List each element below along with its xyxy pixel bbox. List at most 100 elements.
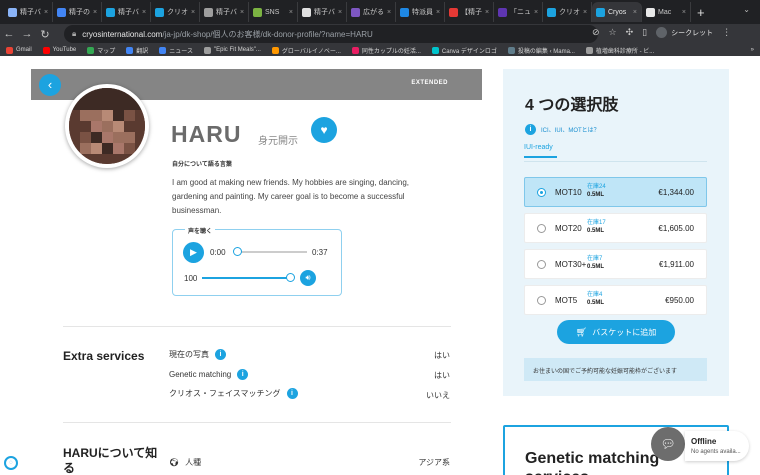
close-tab-icon[interactable]: × — [534, 9, 538, 16]
donor-photo — [65, 84, 149, 168]
option-mot20[interactable]: MOT20 在庫17 0.5ML €1,605.00 — [524, 213, 707, 243]
tab-title: 精子バ — [118, 9, 139, 16]
speaker-icon[interactable]: 🔊︎ — [300, 270, 316, 286]
option-mot10[interactable]: MOT10 在庫24 0.5ML €1,344.00 — [524, 177, 707, 207]
radio-button[interactable] — [537, 296, 546, 305]
bookmark-item[interactable]: グローバルイノベー... — [271, 46, 341, 55]
close-tab-icon[interactable]: × — [142, 9, 146, 16]
browser-tab[interactable]: 精子バ × — [200, 2, 249, 22]
close-tab-icon[interactable]: × — [436, 9, 440, 16]
menu-icon[interactable]: ⋮ — [722, 27, 731, 38]
bookmark-item[interactable]: ニュース — [159, 46, 193, 55]
option-mot5[interactable]: MOT5 在庫4 0.5ML €950.00 — [524, 285, 707, 315]
browser-tab[interactable]: 精子バ × — [102, 2, 151, 22]
bookmark-item[interactable]: YouTube — [42, 46, 76, 54]
option-mot30-plus[interactable]: MOT30+ 在庫7 0.5ML €1,911.00 — [524, 249, 707, 279]
donor-profile-card: ‹ EXTENDED HARU 身元開示 ♥ 自分について語る言葉 I am g… — [31, 69, 482, 475]
new-tab-button[interactable]: + — [697, 5, 705, 20]
close-tab-icon[interactable]: × — [240, 9, 244, 16]
play-button[interactable]: ▶ — [183, 242, 204, 263]
browser-tab[interactable]: Cryos × — [592, 2, 642, 22]
close-tab-icon[interactable]: × — [682, 9, 686, 16]
chat-status-widget[interactable]: Offline No agents availa... — [685, 431, 749, 461]
bookmark-item[interactable]: 同性カップルの妊活... — [351, 46, 421, 55]
option-name: MOT10 — [555, 188, 582, 197]
bookmark-favicon-icon — [6, 46, 13, 54]
star-icon[interactable]: ☆ — [609, 27, 617, 38]
web-page: ‹ EXTENDED HARU 身元開示 ♥ 自分について語る言葉 I am g… — [0, 56, 760, 475]
option-stock: 在庫24 0.5ML — [587, 183, 606, 199]
tab-iui-ready[interactable]: IUI-ready — [524, 144, 557, 158]
close-tab-icon[interactable]: × — [387, 9, 391, 16]
browser-tab[interactable]: 精子の × — [53, 2, 102, 22]
stock-count: 在庫24 — [587, 184, 606, 190]
radio-button[interactable] — [537, 224, 546, 233]
extensions-icon[interactable]: ✣ — [626, 27, 634, 38]
browser-tab[interactable]: 精子バ × — [298, 2, 347, 22]
seek-track[interactable] — [235, 251, 307, 253]
more-bookmarks-icon[interactable]: » — [751, 47, 754, 53]
option-price: €1,605.00 — [658, 224, 694, 233]
browser-tab[interactable]: クリオ × — [543, 2, 592, 22]
browser-tab[interactable]: 広がる × — [347, 2, 396, 22]
browser-tab[interactable]: 【精子 × — [445, 2, 494, 22]
bookmark-item[interactable]: "Epic Fit Meals"... — [203, 46, 261, 54]
bookmark-item[interactable]: マップ — [87, 46, 115, 55]
info-icon[interactable]: i — [215, 349, 226, 360]
extra-row-label: 現在の写真 i — [169, 349, 226, 360]
add-to-basket-button[interactable]: 🛒︎ バスケットに追加 — [557, 320, 675, 344]
browser-tab[interactable]: クリオ × — [151, 2, 200, 22]
browser-tab[interactable]: 「ニュ × — [494, 2, 543, 22]
browser-tab[interactable]: 精子バ × — [4, 2, 53, 22]
close-tab-icon[interactable]: × — [485, 9, 489, 16]
bookmark-label: "Epic Fit Meals"... — [213, 47, 261, 53]
bookmark-item[interactable]: 植増歯科診療所 - ビ... — [585, 46, 654, 55]
back-arrow-icon[interactable]: ← — [0, 28, 18, 40]
close-tab-icon[interactable]: × — [93, 9, 97, 16]
close-tab-icon[interactable]: × — [633, 9, 637, 16]
extended-badge: EXTENDED — [411, 80, 448, 86]
tab-title: Mac — [658, 8, 672, 16]
ethnicity-label-row: 🌍︎ 人種 — [169, 457, 201, 468]
url-path: /ja-jp/dk-shop/個人のお客様/dk-donor-profile/?… — [162, 29, 373, 39]
browser-tab[interactable]: 特派員 × — [396, 2, 445, 22]
bookmark-item[interactable]: 投稿の編集 ‹ Mama... — [507, 46, 575, 55]
browser-tab[interactable]: SNS × — [249, 2, 298, 22]
availability-note: お住まいの国でご予約可能な妊娠可能枠がございます — [524, 358, 707, 381]
option-stock: 在庫4 0.5ML — [587, 291, 604, 307]
tab-underline — [524, 161, 707, 162]
bookmark-item[interactable]: 翻訳 — [126, 46, 148, 55]
info-icon[interactable]: i — [237, 369, 249, 380]
close-tab-icon[interactable]: × — [583, 9, 587, 16]
lock-icon[interactable]: 🔒︎ — [72, 29, 76, 39]
volume-track[interactable] — [202, 277, 292, 279]
radio-button[interactable] — [537, 260, 546, 269]
close-tab-icon[interactable]: × — [191, 9, 195, 16]
side-panel-icon[interactable]: ▯ — [642, 27, 647, 38]
eye-off-icon[interactable]: ⊘ — [592, 27, 600, 38]
option-price: €1,344.00 — [658, 188, 694, 197]
tab-search-icon[interactable]: ⌄ — [743, 5, 750, 14]
close-tab-icon[interactable]: × — [44, 9, 48, 16]
bookmark-item[interactable]: Gmail — [6, 46, 32, 54]
browser-tab[interactable]: Mac × — [642, 2, 691, 22]
floating-help-icon[interactable]: ◌ — [4, 456, 18, 470]
bookmark-item[interactable]: Canva デザインロゴ — [431, 46, 497, 55]
favorite-heart-button[interactable]: ♥ — [311, 117, 337, 143]
options-info-link[interactable]: i ICI、IUI、MOTとは？ — [525, 124, 600, 135]
url-omnibox[interactable]: 🔒︎ cryosinternational.com/ja-jp/dk-shop/… — [64, 25, 598, 43]
chat-bubble-button[interactable]: 💬︎ — [651, 427, 685, 461]
close-tab-icon[interactable]: × — [289, 9, 293, 16]
close-tab-icon[interactable]: × — [338, 9, 342, 16]
info-icon[interactable]: i — [286, 388, 298, 399]
back-button[interactable]: ‹ — [39, 74, 61, 96]
bookmark-label: ニュース — [169, 48, 193, 55]
reload-icon[interactable]: ↻ — [36, 28, 54, 41]
radio-button[interactable] — [537, 188, 546, 197]
option-name: MOT5 — [555, 296, 578, 305]
volume-handle[interactable] — [286, 273, 295, 282]
seek-handle[interactable] — [233, 247, 242, 256]
forward-arrow-icon[interactable]: → — [18, 28, 36, 40]
incognito-badge[interactable]: シークレット — [656, 27, 713, 38]
tab-favicon-icon — [106, 7, 115, 17]
